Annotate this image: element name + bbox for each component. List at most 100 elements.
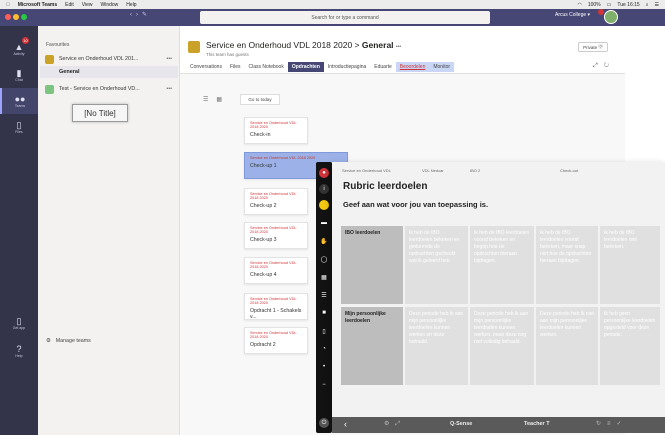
minimize-window-button[interactable] [13,14,19,20]
highlight-icon[interactable] [319,200,329,210]
hand-icon[interactable]: ✋ [319,236,329,246]
rubric-row-label: IBO leerdoelen [341,226,403,304]
menu-edit[interactable]: Edit [65,2,74,8]
rail-chat[interactable]: ▮ Chat [0,62,38,88]
tab-beoordelen[interactable]: Beoordelen [395,62,430,72]
list-icon[interactable]: ☰ [319,290,329,300]
go-to-today-button[interactable]: Go to today [240,94,280,105]
clock[interactable]: Tue 16:15 [617,2,639,8]
timer-icon[interactable]: ◔ [319,344,329,354]
rubric-option-cell[interactable]: Ik heb de IBO leerdoelen vooraf bekeken … [470,226,534,304]
rubric-option-cell[interactable]: Ik heb geen persoonlijke leerdoelen opge… [600,307,660,385]
grid-icon[interactable]: ▦ [319,272,329,282]
expand-icon[interactable]: ⤢ [593,63,604,69]
back-chevron-icon[interactable]: ‹ [344,419,347,429]
more-options-icon[interactable]: ••• [166,86,172,92]
expand-icon[interactable]: ⤢ [395,421,406,427]
channel-more-icon[interactable]: ••• [396,44,401,50]
compose-icon[interactable]: ✎ [142,12,151,18]
check-icon[interactable]: ✓ [617,421,628,427]
tab-opdrachten[interactable]: Opdrachten [287,62,324,72]
rail-activity-label: Activity [13,52,25,56]
assignment-name: Opdracht 1 - Schakels v... [250,308,302,320]
manage-teams-link[interactable]: ⚙ Manage teams [46,338,91,344]
rail-help[interactable]: ? Help [0,338,38,364]
rubric-option-cell[interactable]: Deze periode heb ik aan mijn persoonlijk… [405,307,468,385]
more-options-icon[interactable]: ••• [166,56,172,62]
rubric-option-cell[interactable]: Ik heb de IBO leerdoelen niet bekeken. [600,226,660,304]
minus-icon[interactable]: − [319,380,329,390]
user-avatar[interactable] [604,10,618,24]
apple-icon[interactable]:  [6,2,10,8]
phone-icon[interactable]: ▯ [319,326,329,336]
tab-introductiepagina[interactable]: Introductiepagina [324,62,370,72]
mac-menubar:  Microsoft Teams Edit View Window Help … [0,0,665,9]
help-icon: ? [16,344,22,354]
team-item-service-onderhoud[interactable]: Service en Onderhoud VDL 201... ••• [40,52,178,66]
assignment-card[interactable]: Service en Onderhoud VDL 2018 2020 Check-… [244,222,308,249]
assignment-card[interactable]: Service en Onderhoud VDL 2018 2020 Check-… [244,117,308,144]
rubric-option-cell[interactable]: Ik heb de IBO leerdoelen vooraf bekeken,… [536,226,598,304]
assignment-name: Check-up 3 [250,237,277,243]
assignment-card[interactable]: Service en Onderhoud VDL 2018 2020 Check-… [244,188,308,215]
menu-list-icon[interactable]: ☰ [655,2,659,8]
favourites-header[interactable]: Favourites [46,42,69,48]
record-icon[interactable]: ● [319,168,329,178]
private-button[interactable]: Private ⓪ [578,42,608,52]
screen:  Microsoft Teams Edit View Window Help … [0,0,665,435]
menu-window[interactable]: Window [101,2,119,8]
power-icon[interactable]: ⏻ [319,418,329,428]
team-avatar-icon [188,41,200,53]
assignment-name: Check-up 2 [250,203,277,209]
tenant-switcher[interactable]: Arcus College ▾ [555,12,590,18]
close-window-button[interactable] [5,14,11,20]
assignment-team: Service en Onderhoud VDL 2018 2020 [250,192,297,200]
zoom-window-button[interactable] [21,14,27,20]
menu-app-name[interactable]: Microsoft Teams [18,2,57,8]
refresh-icon[interactable]: ↻ [604,63,615,69]
assignment-card[interactable]: Service en Onderhoud VDL 2018 2020 Opdrac… [244,327,308,354]
refresh-icon[interactable]: ↻ [596,421,607,427]
menu-help[interactable]: Help [126,2,136,8]
tooltip-no-title: [No Title] [72,104,128,122]
tab-conversations[interactable]: Conversations [186,62,226,72]
list-view-icon[interactable]: ☰ [203,97,216,103]
rubric-option-cell[interactable]: Ik heb de IBO leerdoelen bekeken en gedu… [405,226,468,304]
rail-files[interactable]: ▯ Files [0,114,38,140]
rubric-header-phase: Check-out [560,168,579,173]
assignment-team: Service en Onderhoud VDL 2018 2020 [250,226,297,234]
command-search-input[interactable]: Search for or type a command [200,11,490,24]
rail-files-label: Files [15,130,23,134]
gear-icon: ⚙ [46,338,51,344]
team-avatar-icon [45,84,54,94]
tab-class-notebook[interactable]: Class Notebook [245,62,288,72]
tab-monitor[interactable]: Monitor [429,62,455,72]
battery-icon[interactable]: ▭ [607,2,612,8]
video-icon[interactable]: ▬ [319,218,329,228]
menu-icon[interactable]: ≡ [607,421,617,427]
manage-teams-label: Manage teams [55,338,91,344]
rail-activity[interactable]: ▲ Activity [0,36,38,62]
rail-get-app[interactable]: ▯ Get app [0,310,38,336]
assignment-card[interactable]: Service en Onderhoud VDL 2018 2020 Check-… [244,257,308,284]
gear-icon[interactable]: ⚙ [384,421,395,427]
dot-icon[interactable]: • [319,362,329,372]
rubric-option-cell[interactable]: Deze periode heb ik aan mijn persoonlijk… [470,307,534,385]
assignment-card[interactable]: Service en Onderhoud VDL 2018 2020 Opdrac… [244,293,308,320]
rail-get-app-label: Get app [12,326,26,330]
rail-teams[interactable]: ●● Teams [0,88,38,114]
spotlight-icon[interactable]: ⌕ [646,2,649,8]
channel-item-general[interactable]: General [40,66,178,78]
tab-files[interactable]: Files [226,62,245,72]
calendar-view-icon[interactable]: ▦ [216,97,230,103]
team-item-test-service[interactable]: Test - Service en Onderhoud VD... ••• [40,82,178,96]
wifi-icon[interactable]: ◠ [577,2,581,8]
files-icon: ▯ [16,120,22,130]
camera-icon[interactable]: ■ [319,308,329,318]
info-icon[interactable]: i [319,184,329,194]
rubric-option-cell[interactable]: Deze periode heb ik niet aan mijn persoo… [536,307,598,385]
tab-eduarte[interactable]: Eduarte [370,62,396,72]
circle-icon[interactable]: ◯ [319,254,329,264]
menu-view[interactable]: View [82,2,93,8]
rubric-subtitle: Geef aan wat voor jou van toepassing is. [343,200,489,209]
